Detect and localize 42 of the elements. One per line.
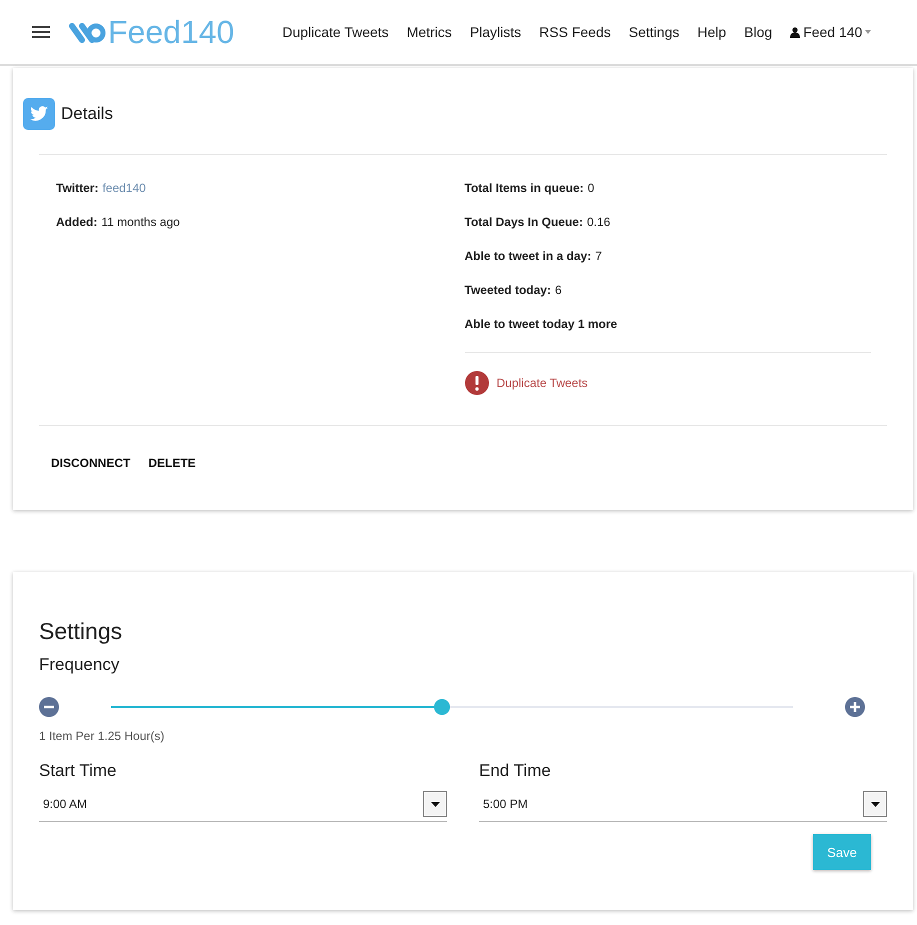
menu-icon[interactable] xyxy=(32,25,50,39)
caret-icon xyxy=(865,30,872,34)
nav-link[interactable]: Playlists xyxy=(462,24,530,40)
nav-link[interactable]: RSS Feeds xyxy=(531,24,619,40)
stat-label: Added: xyxy=(56,215,98,230)
slider-track[interactable] xyxy=(111,699,793,715)
stat-label: Total Items in queue: xyxy=(464,181,584,196)
user-menu[interactable]: Feed 140 xyxy=(782,24,872,40)
stat-value: 6 xyxy=(554,283,562,298)
time-select[interactable]: 5:00 PM xyxy=(479,787,887,822)
minus-icon[interactable] xyxy=(39,697,59,717)
stat-label: Able to tweet today 1 more xyxy=(464,317,618,332)
stat-value: 0 xyxy=(588,181,594,196)
nav-link[interactable]: Metrics xyxy=(398,24,460,40)
slider-thumb[interactable] xyxy=(434,699,450,715)
stat-label: Total Days In Queue: xyxy=(464,215,583,230)
plus-icon[interactable] xyxy=(845,697,865,717)
nav-link[interactable]: Duplicate Tweets xyxy=(274,24,397,40)
nav-link[interactable]: Blog xyxy=(736,24,780,40)
stat-label: Able to tweet in a day: xyxy=(464,249,592,264)
card-title: Details xyxy=(61,104,113,124)
caret-icon xyxy=(430,802,440,806)
nav-link[interactable]: Settings xyxy=(620,24,688,40)
stat-value: 0.16 xyxy=(586,215,610,230)
time-select[interactable]: 9:00 AM xyxy=(39,787,447,822)
stat-value: 7 xyxy=(595,249,602,264)
duplicate-tweets-link[interactable]: Duplicate Tweets xyxy=(496,376,588,390)
nav-link[interactable]: Help xyxy=(689,24,734,40)
stat-label: Tweeted today: xyxy=(464,283,551,298)
field-label: Start Time xyxy=(39,761,118,781)
action-button[interactable]: DELETE xyxy=(142,452,202,474)
field-label: Frequency xyxy=(39,655,120,675)
card-title: Settings xyxy=(39,618,124,645)
action-button[interactable]: DISCONNECT xyxy=(45,452,136,474)
field-label: End Time xyxy=(479,761,552,781)
bird-icon xyxy=(23,98,55,130)
alert-icon xyxy=(464,371,488,395)
stat-label: Twitter: xyxy=(56,181,98,196)
stat-value: 11 months ago xyxy=(101,215,180,230)
caret-icon xyxy=(870,802,880,806)
person-icon xyxy=(790,26,800,38)
frequency-reading: 1 Item Per 1.25 Hour(s) xyxy=(39,729,166,743)
